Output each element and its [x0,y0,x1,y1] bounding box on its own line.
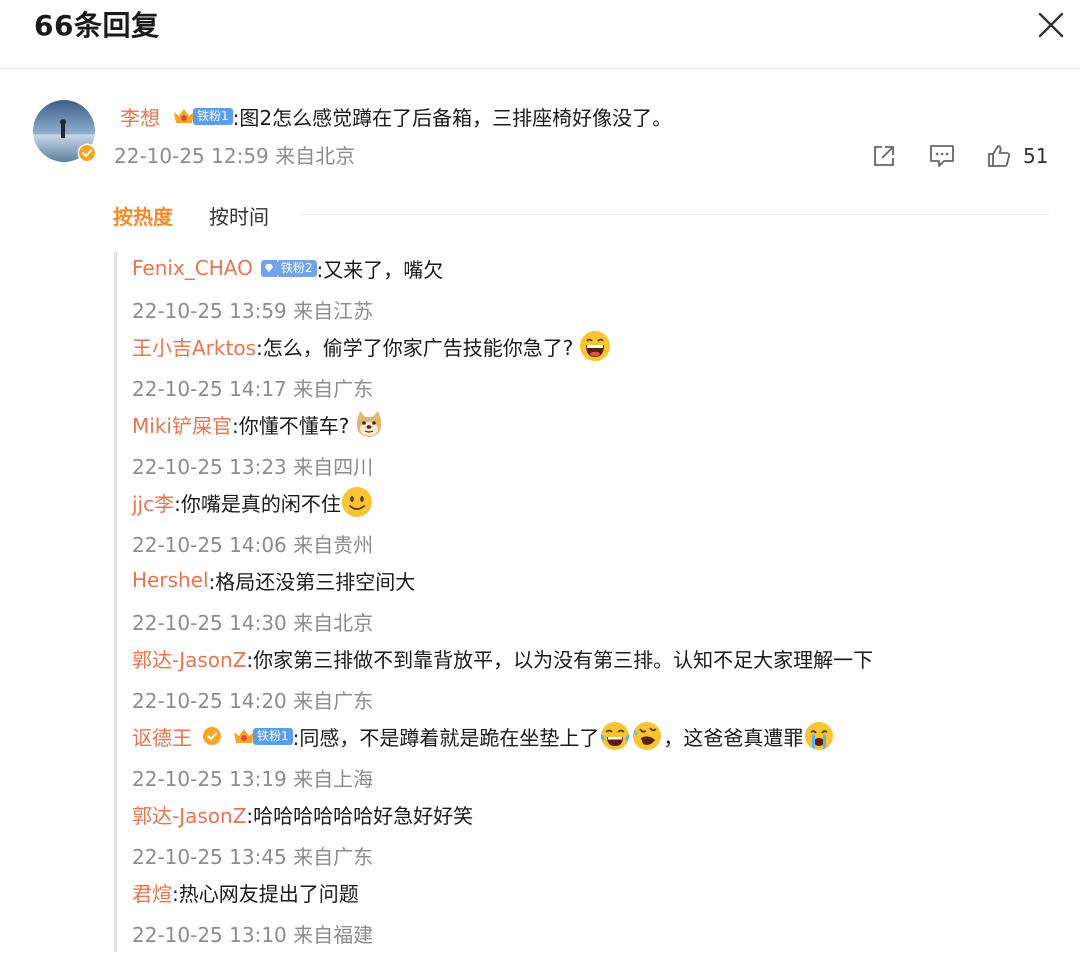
fan-badge: 铁粉1 [232,726,293,746]
main-comment-line: 李想 铁粉1 :图2怎么感觉蹲在了后备箱，三排座椅好像没了。 [120,100,672,132]
reply-text: :你嘴是真的闲不住 [174,491,341,516]
reply-list: Fenix_CHAO 铁粉2 :又来了，嘴欠 22-10-25 13:59 来自… [114,252,1057,952]
like-button[interactable]: 51 [986,140,1048,172]
sort-by-time-tab[interactable]: 按时间 [209,201,269,230]
sort-by-hot-tab[interactable]: 按热度 [113,201,173,230]
reply-text: :你家第三排做不到靠背放平，以为没有第三排。认知不足大家理解一下 [246,647,874,672]
main-comment-meta: 22-10-25 12:59 来自北京 [114,144,356,168]
reply-item: Miki铲屎官 :你懂不懂车? 22-10-25 13:23 来自四川 [117,408,1057,486]
header-bar: 66条回复 [0,0,1080,69]
reply-username[interactable]: jjc李 [132,488,174,517]
reply-item: 讴德王 铁粉1 :同感，不是蹲着就是跪在坐垫上了 ，这爸爸真遭罪 22-10-2… [117,720,1057,798]
reply-username[interactable]: 郭达-JasonZ [132,800,246,829]
reply-username[interactable]: Miki铲屎官 [132,410,232,439]
reply-username[interactable]: 君煊 [132,878,172,907]
main-comment-username[interactable]: 李想 [120,102,160,131]
reply-username[interactable]: 郭达-JasonZ [132,644,246,673]
reply-meta: 22-10-25 14:06 来自贵州 [132,532,374,557]
sort-tabs: 按热度 按时间 [113,198,269,232]
tears-of-joy-emoji-icon [601,722,630,750]
reply-text: :同感，不是蹲着就是跪在坐垫上了 [292,725,600,750]
reply-meta: 22-10-25 13:19 来自上海 [132,766,374,791]
reply-username[interactable]: 讴德王 [132,722,192,751]
fan-badge: 铁粉2 [260,258,317,278]
comment-icon [930,145,954,167]
reply-item: Hershel :格局还没第三排空间大 22-10-25 14:30 来自北京 [117,564,1057,642]
verified-badge-icon [77,143,97,163]
laugh-emoji-icon [580,331,611,361]
rolling-laugh-emoji-icon [633,722,662,750]
verified-badge-icon [203,727,221,745]
reply-item: 王小吉Arktos :怎么，偷学了你家广告技能你急了? 22-10-25 14:… [117,330,1057,408]
reply-username[interactable]: Fenix_CHAO [132,256,253,280]
reply-meta: 22-10-25 13:45 来自广东 [132,844,374,869]
reply-text: :又来了，嘴欠 [316,257,444,282]
reply-text: :你懂不懂车? [231,413,350,438]
reply-item: 郭达-JasonZ :你家第三排做不到靠背放平，以为没有第三排。认知不足大家理解… [117,642,1057,720]
reply-username[interactable]: Hershel [132,568,209,592]
thumbs-up-icon [988,145,1011,167]
fan-level-label: 铁粉1 [253,727,293,745]
comment-button[interactable] [928,140,956,172]
reply-item: Fenix_CHAO 铁粉2 :又来了，嘴欠 22-10-25 13:59 来自… [117,252,1057,330]
main-comment-text: :图2怎么感觉蹲在了后备箱，三排座椅好像没了。 [232,105,673,130]
fan-level-label: 铁粉2 [276,259,317,277]
share-icon [874,146,894,166]
smile-emoji-icon [341,487,372,517]
fan-level-label: 铁粉1 [193,107,233,125]
fan-badge: 铁粉1 [172,106,233,126]
reply-meta: 22-10-25 13:10 来自福建 [132,922,374,947]
like-count: 51 [1023,144,1049,168]
reply-item: 郭达-JasonZ :哈哈哈哈哈哈好急好好笑 22-10-25 13:45 来自… [117,798,1057,876]
reply-meta: 22-10-25 14:17 来自广东 [132,376,374,401]
reply-item: 君煊 :热心网友提出了问题 22-10-25 13:10 来自福建 [117,876,1057,954]
crying-emoji-icon [805,722,834,750]
reply-meta: 22-10-25 14:20 来自广东 [132,688,374,713]
reply-text: :热心网友提出了问题 [172,881,359,906]
page-title: 66条回复 [34,9,160,42]
reply-meta: 22-10-25 13:59 来自江苏 [132,298,374,323]
reply-meta: 22-10-25 13:23 来自四川 [132,454,374,479]
doge-emoji-icon [357,411,382,437]
share-button[interactable] [871,140,897,172]
close-icon[interactable] [1036,10,1066,40]
diamond-icon [260,259,277,277]
reply-item: jjc李 :你嘴是真的闲不住 22-10-25 14:06 来自贵州 [117,486,1057,564]
reply-username[interactable]: 王小吉Arktos [132,332,256,361]
reply-meta: 22-10-25 14:30 来自北京 [132,610,374,635]
reply-text: :格局还没第三排空间大 [208,569,416,594]
divider [300,214,1050,215]
reply-text: :哈哈哈哈哈哈好急好好笑 [246,803,474,828]
reply-text: :怎么，偷学了你家广告技能你急了? [255,335,574,360]
reply-text-continued: ，这爸爸真遭罪 [663,725,804,750]
